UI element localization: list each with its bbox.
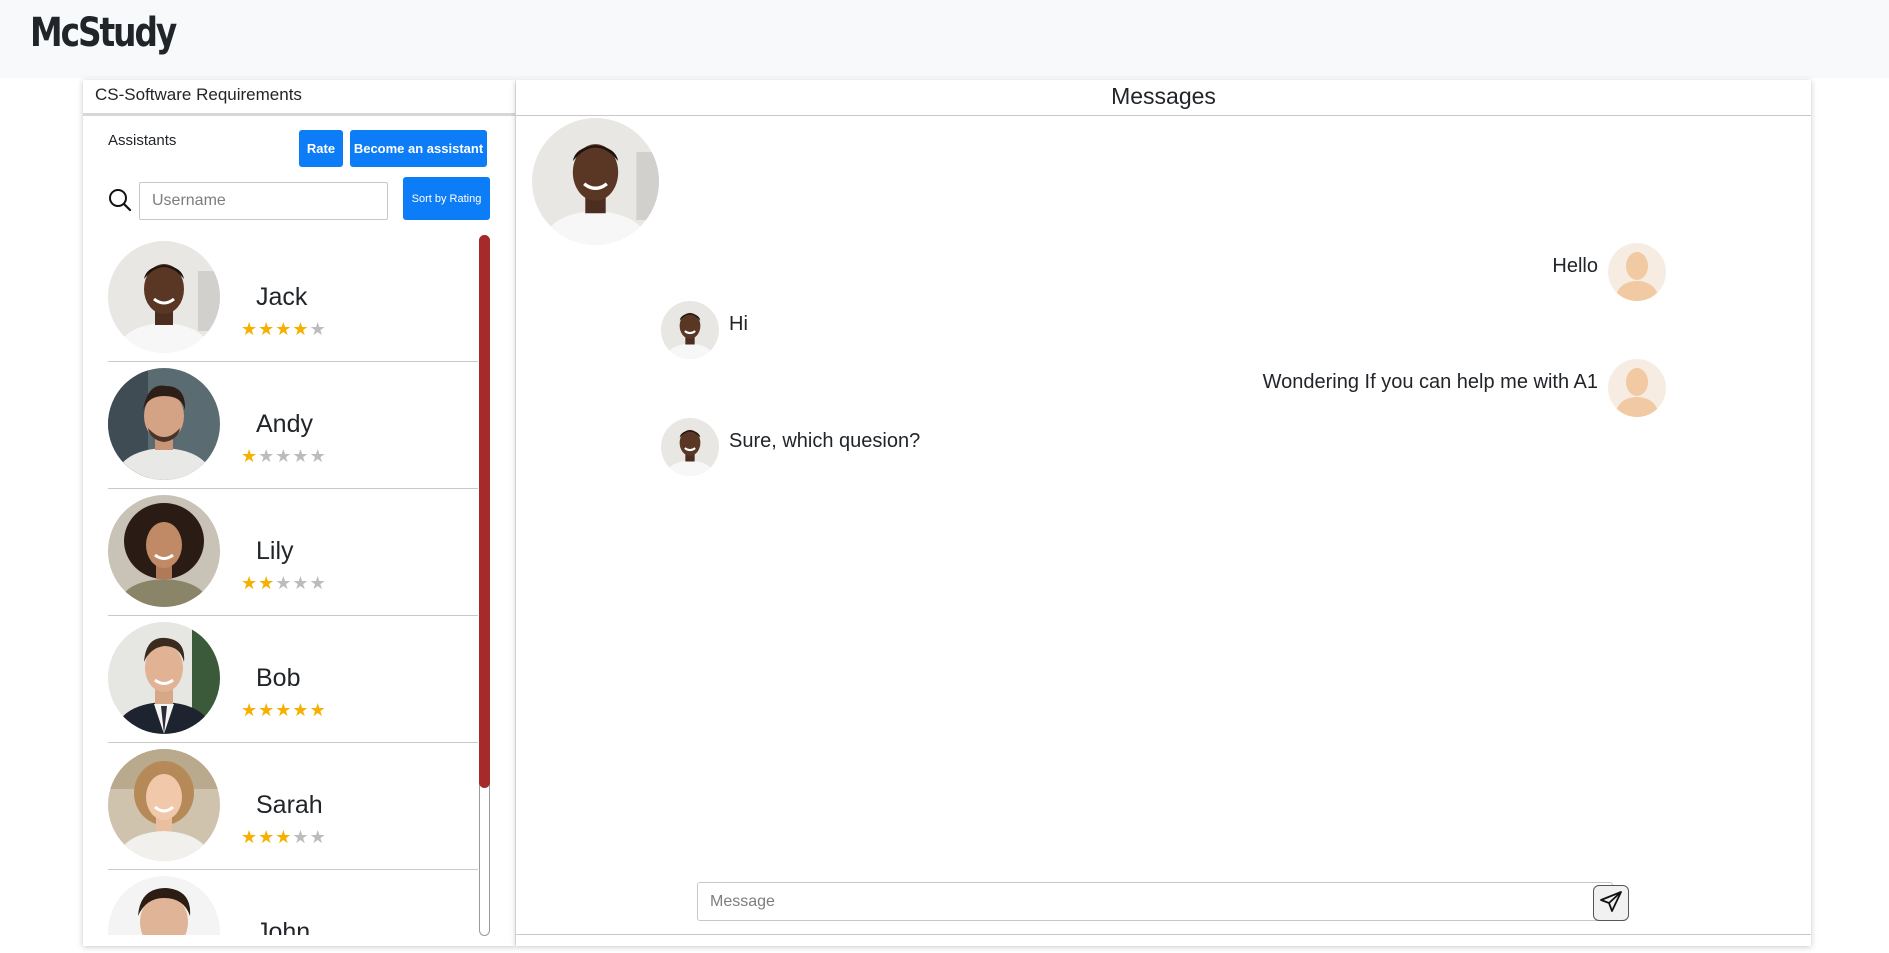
assistant-item-andy[interactable]: Andy ★★★★★ <box>108 362 478 489</box>
star-empty-icon: ★ <box>292 827 310 848</box>
star-filled-icon: ★ <box>292 319 310 340</box>
star-filled-icon: ★ <box>292 700 310 721</box>
avatar <box>108 241 220 353</box>
avatar <box>108 495 220 607</box>
star-filled-icon: ★ <box>309 700 327 721</box>
star-empty-icon: ★ <box>275 573 293 594</box>
message-text-sent: Wondering If you can help me with A1 <box>1262 371 1598 393</box>
star-empty-icon: ★ <box>309 827 327 848</box>
star-filled-icon: ★ <box>241 700 259 721</box>
username-search-input[interactable] <box>139 182 388 220</box>
navbar: McStudy <box>0 0 1889 78</box>
assistant-item-sarah[interactable]: Sarah ★★★★★ <box>108 743 478 870</box>
chat-partner-avatar <box>532 118 659 245</box>
message-text-sent: Hello <box>1552 255 1598 277</box>
sort-by-rating-button[interactable]: Sort by Rating <box>403 177 490 220</box>
messages-title: Messages <box>516 80 1811 116</box>
search-icon <box>107 187 133 213</box>
star-filled-icon: ★ <box>241 573 259 594</box>
star-filled-icon: ★ <box>241 827 259 848</box>
star-empty-icon: ★ <box>275 446 293 467</box>
assistant-list: Jack ★★★★★ Andy ★★★★★ Lily ★★★★★ Bob ★★★… <box>108 235 478 935</box>
star-filled-icon: ★ <box>258 700 276 721</box>
star-filled-icon: ★ <box>258 319 276 340</box>
avatar <box>108 368 220 480</box>
star-empty-icon: ★ <box>258 446 276 467</box>
course-title: CS-Software Requirements <box>83 80 515 116</box>
avatar <box>108 749 220 861</box>
message-text-received: Sure, which quesion? <box>729 430 921 452</box>
star-rating: ★★★★★ <box>241 319 327 340</box>
assistant-avatar <box>661 301 719 359</box>
assistant-item-lily[interactable]: Lily ★★★★★ <box>108 489 478 616</box>
star-filled-icon: ★ <box>241 446 259 467</box>
send-button[interactable] <box>1593 885 1629 921</box>
message-input[interactable] <box>697 882 1613 921</box>
star-rating: ★★★★★ <box>241 446 327 467</box>
messages-panel: Messages Hello Hi Wondering If you can h… <box>516 80 1811 946</box>
star-filled-icon: ★ <box>258 573 276 594</box>
assistant-item-bob[interactable]: Bob ★★★★★ <box>108 616 478 743</box>
star-empty-icon: ★ <box>309 319 327 340</box>
avatar <box>108 622 220 734</box>
star-rating: ★★★★★ <box>241 827 327 848</box>
star-filled-icon: ★ <box>241 319 259 340</box>
star-empty-icon: ★ <box>309 446 327 467</box>
divider <box>516 934 1811 935</box>
assistant-name: Jack <box>256 283 308 311</box>
assistant-item-john[interactable]: John <box>108 870 478 935</box>
star-empty-icon: ★ <box>292 573 310 594</box>
send-icon <box>1599 890 1623 917</box>
rate-button[interactable]: Rate <box>299 130 343 167</box>
assistant-item-jack[interactable]: Jack ★★★★★ <box>108 235 478 362</box>
star-filled-icon: ★ <box>275 700 293 721</box>
assistants-panel: CS-Software Requirements Assistants Rate… <box>83 80 515 946</box>
user-avatar <box>1608 243 1666 301</box>
star-rating: ★★★★★ <box>241 700 327 721</box>
brand-logo[interactable]: McStudy <box>30 10 177 56</box>
assistant-name: Sarah <box>256 791 323 819</box>
scrollbar-thumb[interactable] <box>479 235 490 788</box>
chat-area: Hello Hi Wondering If you can help me wi… <box>516 116 1811 934</box>
assistant-name: John <box>256 918 311 935</box>
star-filled-icon: ★ <box>275 319 293 340</box>
avatar <box>108 876 220 935</box>
assistant-avatar <box>661 418 719 476</box>
user-avatar <box>1608 359 1666 417</box>
star-empty-icon: ★ <box>309 573 327 594</box>
star-empty-icon: ★ <box>292 446 310 467</box>
become-assistant-button[interactable]: Become an assistant <box>350 130 487 167</box>
star-filled-icon: ★ <box>258 827 276 848</box>
assistant-name: Andy <box>256 410 313 438</box>
star-filled-icon: ★ <box>275 827 293 848</box>
assistant-name: Bob <box>256 664 301 692</box>
assistant-name: Lily <box>256 537 294 565</box>
star-rating: ★★★★★ <box>241 573 327 594</box>
assistants-label: Assistants <box>108 132 177 149</box>
message-text-received: Hi <box>729 313 748 335</box>
